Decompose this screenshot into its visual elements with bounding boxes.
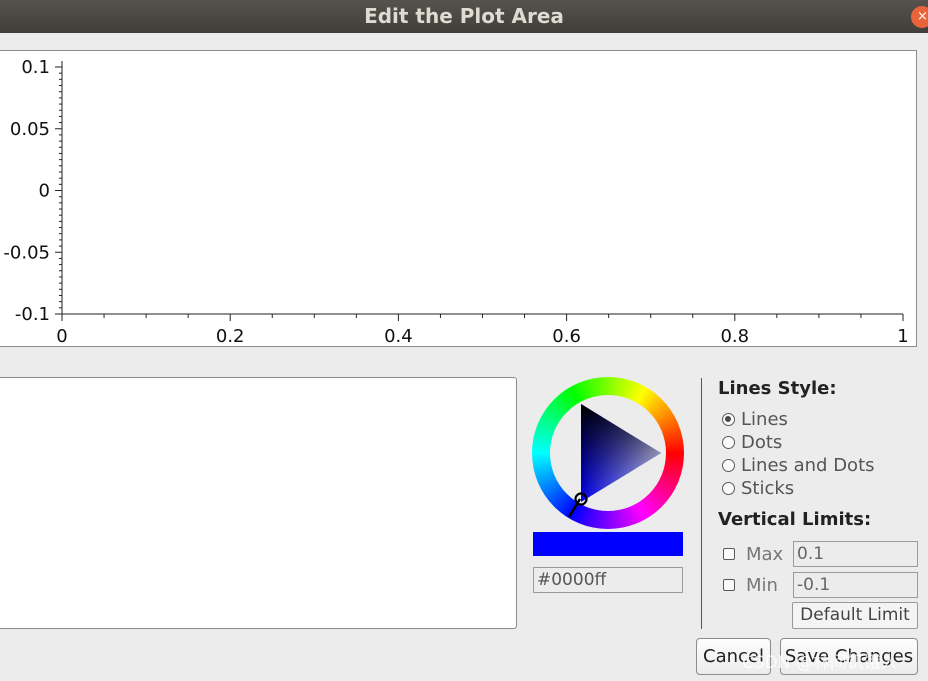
radio-lines-and-dots[interactable]: Lines and Dots bbox=[722, 454, 875, 476]
y-tick-label: -0.1 bbox=[15, 304, 50, 325]
radio-indicator[interactable] bbox=[722, 412, 735, 426]
cancel-button[interactable]: Cancel bbox=[696, 638, 771, 675]
lines-style-title: Lines Style: bbox=[718, 378, 837, 399]
y-tick-label: 0.1 bbox=[21, 57, 50, 78]
default-limit-label: Default Limit bbox=[800, 605, 910, 625]
hex-color-input[interactable] bbox=[533, 567, 683, 593]
radio-indicator[interactable] bbox=[722, 481, 735, 495]
radio-indicator[interactable] bbox=[722, 435, 735, 449]
radio-label: Dots bbox=[741, 431, 783, 453]
y-tick-label: 0.05 bbox=[10, 119, 50, 140]
plot-area[interactable]: 0.1 0.05 0 -0.05 -0.1 0 0.2 0.4 0.6 0.8 1 bbox=[0, 50, 917, 347]
min-label: Min bbox=[746, 574, 778, 596]
radio-dots[interactable]: Dots bbox=[722, 431, 782, 453]
cancel-label: Cancel bbox=[703, 646, 764, 667]
max-limit-checkbox-row[interactable]: Max bbox=[723, 542, 783, 566]
x-tick-label: 0.4 bbox=[384, 326, 413, 347]
vertical-divider bbox=[701, 378, 702, 629]
radio-indicator[interactable] bbox=[722, 458, 735, 472]
radio-sticks[interactable]: Sticks bbox=[722, 477, 794, 499]
close-icon: × bbox=[917, 9, 928, 24]
min-limit-checkbox-row[interactable]: Min bbox=[723, 573, 778, 597]
x-tick-label: 0 bbox=[56, 326, 67, 347]
radio-label: Lines bbox=[741, 408, 788, 430]
max-label: Max bbox=[746, 543, 784, 565]
max-limit-input[interactable] bbox=[793, 541, 918, 567]
x-tick-label: 1 bbox=[897, 326, 908, 347]
x-tick-label: 0.6 bbox=[552, 326, 581, 347]
radio-lines[interactable]: Lines bbox=[722, 408, 788, 430]
y-tick-label: 0 bbox=[39, 181, 50, 202]
window-title: Edit the Plot Area bbox=[364, 4, 564, 28]
radio-label: Lines and Dots bbox=[741, 454, 875, 476]
radio-label: Sticks bbox=[741, 477, 795, 499]
window-titlebar: Edit the Plot Area bbox=[0, 0, 928, 33]
close-button[interactable]: × bbox=[911, 6, 928, 28]
curves-list-panel[interactable] bbox=[0, 377, 517, 629]
selected-color-swatch bbox=[533, 532, 683, 556]
x-tick-label: 0.8 bbox=[720, 326, 749, 347]
min-checkbox[interactable] bbox=[723, 579, 735, 591]
save-changes-label: Save Changes bbox=[784, 646, 914, 667]
save-changes-button[interactable]: Save Changes bbox=[780, 638, 918, 675]
color-wheel[interactable] bbox=[531, 376, 685, 530]
min-limit-input[interactable] bbox=[793, 572, 918, 598]
max-checkbox[interactable] bbox=[723, 548, 735, 560]
vertical-limits-title: Vertical Limits: bbox=[718, 509, 872, 530]
default-limit-button[interactable]: Default Limit bbox=[792, 602, 918, 629]
x-tick-label: 0.2 bbox=[216, 326, 245, 347]
y-tick-label: -0.05 bbox=[3, 242, 50, 263]
plot-canvas: 0.1 0.05 0 -0.05 -0.1 0 0.2 0.4 0.6 0.8 1 bbox=[3, 57, 908, 347]
